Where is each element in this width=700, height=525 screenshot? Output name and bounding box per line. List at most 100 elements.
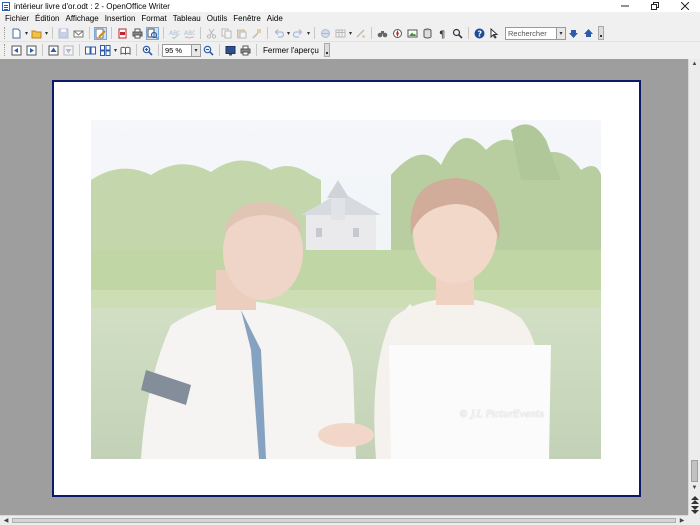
minimize-button[interactable]: [610, 0, 640, 12]
multiple-pages-dropdown[interactable]: ▾: [113, 44, 118, 57]
cut-button[interactable]: [205, 27, 218, 40]
last-page-button[interactable]: [62, 44, 75, 57]
gallery-button[interactable]: [406, 27, 419, 40]
document-workspace[interactable]: © J.L PicturEvents: [0, 59, 688, 515]
print-preview-button[interactable]: [239, 44, 252, 57]
help-button[interactable]: ?: [473, 27, 486, 40]
multiple-pages-button[interactable]: [99, 44, 112, 57]
first-page-button[interactable]: [47, 44, 60, 57]
clone-formatting-button[interactable]: [250, 27, 263, 40]
email-button[interactable]: [72, 27, 85, 40]
export-pdf-button[interactable]: [116, 27, 129, 40]
wedding-photo[interactable]: © J.L PicturEvents: [91, 120, 601, 459]
previous-page-scroll-button[interactable]: [689, 495, 700, 505]
menu-edition[interactable]: Édition: [32, 14, 62, 23]
menu-tableau[interactable]: Tableau: [170, 14, 204, 23]
document-page[interactable]: © J.L PicturEvents: [52, 80, 641, 497]
table-dropdown[interactable]: ▾: [348, 27, 353, 40]
photo-watermark: © J.L PicturEvents: [459, 410, 545, 420]
print-button[interactable]: [131, 27, 144, 40]
toolbar-grip[interactable]: [4, 27, 7, 39]
book-preview-button[interactable]: [119, 44, 132, 57]
menu-aide[interactable]: Aide: [264, 14, 286, 23]
previous-page-button[interactable]: [10, 44, 23, 57]
horizontal-scroll-thumb[interactable]: [12, 518, 676, 523]
show-draw-functions-button[interactable]: [354, 27, 367, 40]
open-button[interactable]: [30, 27, 43, 40]
restore-button[interactable]: [640, 0, 670, 12]
find-next-button[interactable]: [567, 27, 580, 40]
window-title: intérieur livre d'or.odt : 2 - OpenOffic…: [14, 1, 170, 11]
nonprinting-characters-button[interactable]: ¶: [436, 27, 449, 40]
toolbar-separator: [89, 27, 90, 39]
zoom-button[interactable]: [451, 27, 464, 40]
toolbar-options-button[interactable]: [598, 26, 604, 40]
spellcheck-button[interactable]: ABC: [168, 27, 181, 40]
scroll-left-button[interactable]: ◀: [1, 516, 11, 525]
find-replace-button[interactable]: [376, 27, 389, 40]
minimize-icon: [621, 5, 629, 7]
close-preview-button[interactable]: Fermer l'aperçu: [260, 44, 322, 57]
scroll-right-button[interactable]: ▶: [677, 516, 687, 525]
page-preview-button[interactable]: [146, 26, 159, 40]
autospellcheck-button[interactable]: ABC: [183, 27, 196, 40]
menu-format[interactable]: Format: [138, 14, 169, 23]
table-icon: [335, 29, 346, 37]
navigator-button[interactable]: [391, 27, 404, 40]
svg-text:¶: ¶: [439, 29, 445, 39]
autospellcheck-icon: ABC: [184, 30, 195, 38]
open-dropdown[interactable]: ▾: [44, 27, 49, 40]
new-document-dropdown[interactable]: ▾: [24, 27, 29, 40]
scroll-up-button[interactable]: ▲: [689, 59, 700, 69]
toolbar-separator: [42, 44, 43, 56]
couple-photo-image: [91, 120, 601, 459]
copy-button[interactable]: [220, 27, 233, 40]
toolbar-options-button[interactable]: [323, 43, 330, 57]
find-previous-button[interactable]: [582, 27, 595, 40]
two-pages-button[interactable]: [84, 44, 97, 57]
menu-bar: Fichier Édition Affichage Insertion Form…: [0, 12, 700, 24]
new-document-button[interactable]: [10, 27, 23, 40]
search-dropdown-arrow[interactable]: ▾: [557, 26, 566, 40]
previous-page-icon: [11, 45, 22, 55]
openoffice-writer-window: intérieur livre d'or.odt : 2 - OpenOffic…: [0, 0, 700, 525]
data-sources-button[interactable]: [421, 27, 434, 40]
page-preview-toolbar: ▾ 95 % ▾ Fermer l'aperçu: [0, 42, 700, 58]
next-page-button[interactable]: [25, 44, 38, 57]
horizontal-scrollbar[interactable]: ◀ ▶: [0, 515, 688, 525]
redo-dropdown[interactable]: ▾: [306, 27, 311, 40]
paste-button[interactable]: [235, 27, 248, 40]
vertical-scrollbar[interactable]: ▲ ▼: [688, 59, 700, 515]
toolbar-separator: [79, 44, 80, 56]
redo-button[interactable]: [292, 27, 305, 40]
close-button[interactable]: [670, 0, 700, 12]
edit-file-button[interactable]: [94, 26, 107, 40]
whats-this-button[interactable]: [488, 27, 501, 40]
spellcheck-icon: ABC: [169, 30, 180, 39]
zoom-dropdown-arrow[interactable]: ▾: [192, 43, 201, 57]
menu-affichage[interactable]: Affichage: [62, 14, 101, 23]
toolbar-grip[interactable]: [4, 44, 7, 56]
vertical-scroll-thumb[interactable]: [691, 460, 698, 482]
menu-fichier[interactable]: Fichier: [2, 14, 32, 23]
scroll-down-button[interactable]: ▼: [689, 483, 700, 493]
pointer-help-icon: [490, 27, 499, 39]
next-page-scroll-button[interactable]: [689, 505, 700, 515]
menu-outils[interactable]: Outils: [204, 14, 230, 23]
save-button[interactable]: [57, 27, 70, 40]
full-screen-button[interactable]: [224, 44, 237, 57]
menu-fenetre[interactable]: Fenêtre: [230, 14, 264, 23]
menu-insertion[interactable]: Insertion: [102, 14, 139, 23]
zoom-in-button[interactable]: [141, 44, 154, 57]
zoom-out-button[interactable]: [202, 44, 215, 57]
magnifier-icon: [452, 28, 463, 39]
search-placeholder: Rechercher: [508, 28, 547, 38]
hyperlink-button[interactable]: [319, 27, 332, 40]
undo-dropdown[interactable]: ▾: [286, 27, 291, 40]
paintbrush-icon: [252, 28, 261, 39]
table-button[interactable]: [334, 27, 347, 40]
book-preview-icon: [120, 46, 131, 55]
search-input[interactable]: Rechercher: [505, 26, 557, 40]
undo-button[interactable]: [272, 27, 285, 40]
zoom-combobox[interactable]: 95 %: [162, 43, 192, 57]
